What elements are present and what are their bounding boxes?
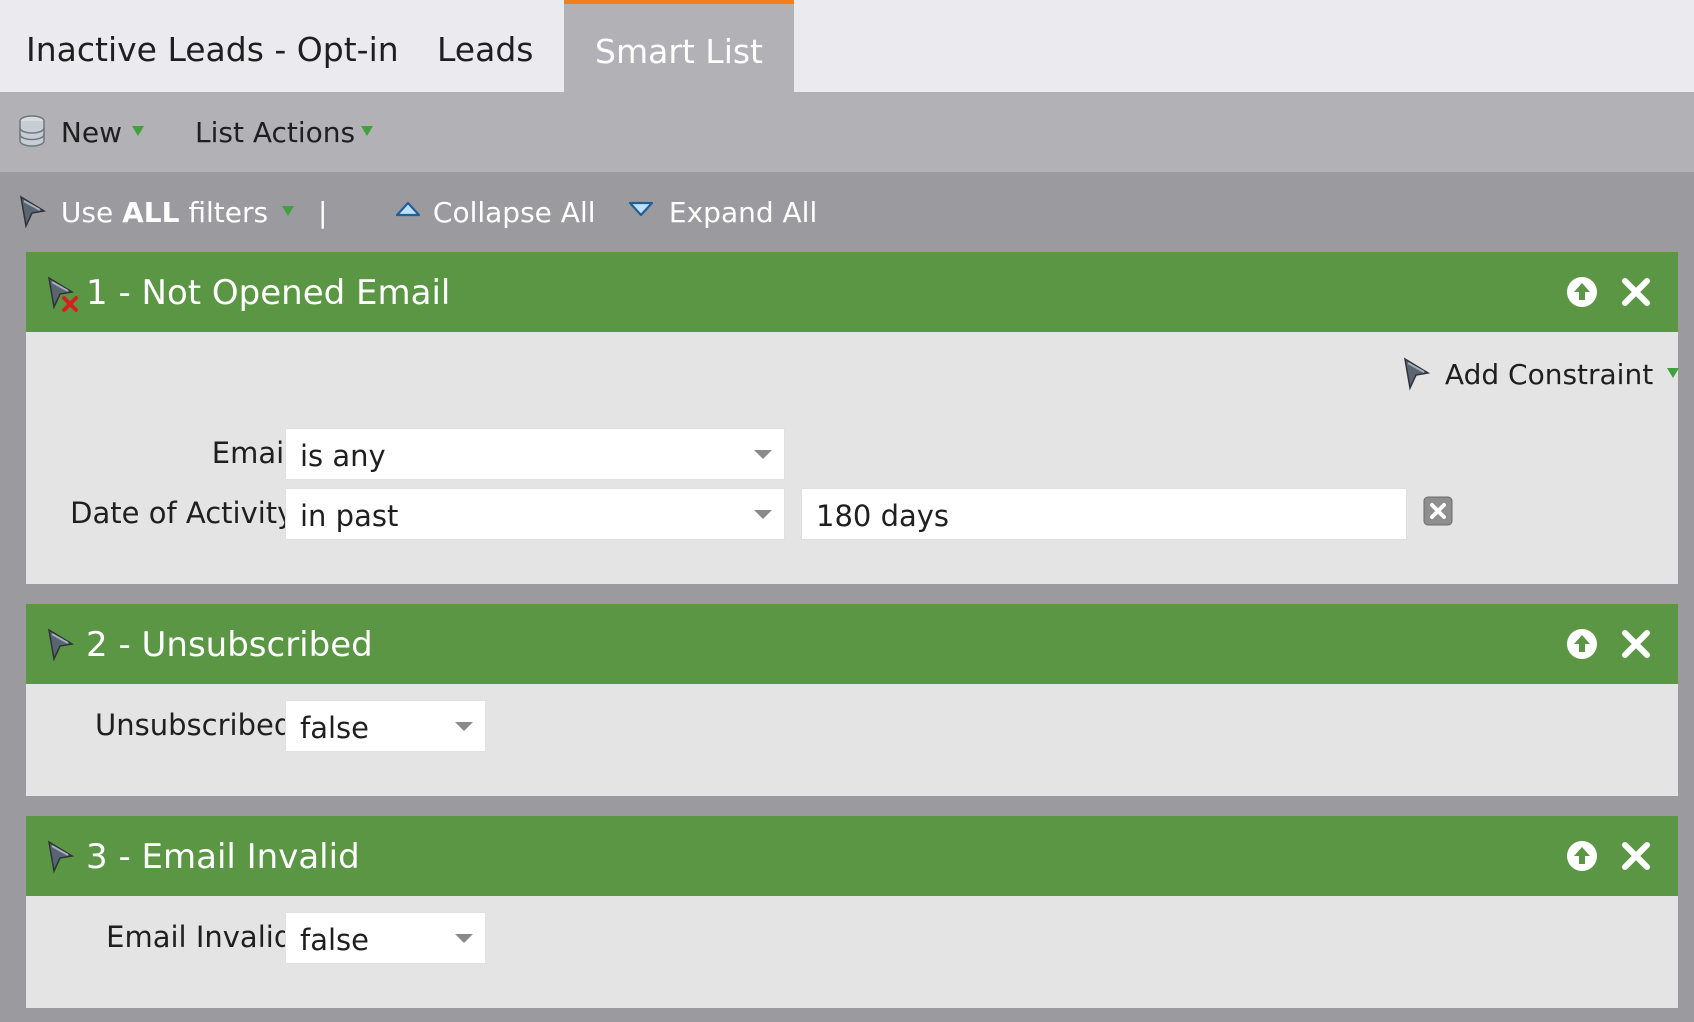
chevron-down-icon [1667,368,1680,378]
date-operator-select[interactable]: in past [285,488,785,540]
date-value-input[interactable]: 180 days [801,488,1407,540]
arrow-up-circle-icon[interactable] [1562,272,1602,312]
filter-title: 1 - Not Opened Email [86,273,451,313]
chevron-down-icon [754,450,772,459]
new-label: New [60,116,122,149]
tab-inactive-leads[interactable]: Inactive Leads - Opt-in [26,0,399,92]
add-constraint-label: Add Constraint [1444,358,1654,391]
collapse-all-label: Collapse All [432,196,596,229]
filter-panel-1: 1 - Not Opened Email Add Constraint Emai… [26,252,1680,584]
filter-header-3[interactable]: 3 - Email Invalid [26,816,1678,896]
filter-logic-suffix: filters [179,196,269,229]
date-of-activity-label: Date of Activity: [70,496,302,530]
unsubscribed-label: Unsubscribed: [95,708,302,742]
toolbar: New List Actions [0,92,1694,172]
expand-all-label: Expand All [668,196,818,229]
unsubscribed-select[interactable]: false [285,700,486,752]
filter-panel-3: 3 - Email Invalid Email Invalid: false [26,816,1678,1008]
filter-logic-prefix: Use [60,196,123,229]
filter-title: 3 - Email Invalid [86,837,360,877]
filter-header-2[interactable]: 2 - Unsubscribed [26,604,1678,684]
unsubscribed-value: false [300,711,369,745]
filter-controls: Use ALL filters | Collapse All Expand Al… [0,172,1694,252]
filter-header-1[interactable]: 1 - Not Opened Email [26,252,1678,332]
filter-logic-button[interactable]: Use ALL filters [18,172,295,252]
close-icon[interactable] [1616,624,1656,664]
date-value-text: 180 days [816,499,950,533]
chevron-down-icon [282,206,295,216]
filter-title: 2 - Unsubscribed [86,625,373,665]
filter-body-1: Add Constraint Email: is any Date of Act… [26,332,1680,584]
arrow-up-circle-icon[interactable] [1562,624,1602,664]
tab-smart-list[interactable]: Smart List [564,0,794,92]
filter-body-3: Email Invalid: false [26,896,1678,1008]
email-invalid-select[interactable]: false [285,912,486,964]
funnel-icon [19,195,47,229]
add-constraint-button[interactable]: Add Constraint [1402,352,1680,396]
tab-bar: Inactive Leads - Opt-in Leads Smart List [0,0,1694,92]
arrow-up-circle-icon[interactable] [1562,836,1602,876]
email-operator-select[interactable]: is any [285,428,785,480]
expand-all-button[interactable]: Expand All [628,172,817,252]
tab-leads[interactable]: Leads [437,0,533,92]
separator: | [318,196,328,229]
new-menu-button[interactable]: New [18,92,144,172]
date-operator-value: in past [300,499,399,533]
chevron-down-icon [131,126,144,136]
close-icon[interactable] [1616,272,1656,312]
list-actions-button[interactable]: List Actions [195,92,374,172]
funnel-icon [47,628,75,662]
close-icon[interactable] [1616,836,1656,876]
email-invalid-label: Email Invalid: [106,920,302,954]
funnel-icon [1403,357,1431,391]
filter-logic-mode: ALL [122,196,180,229]
filter-error-icon [47,276,78,312]
clear-box-icon[interactable] [1423,496,1453,526]
email-operator-value: is any [300,439,386,473]
chevron-down-icon [455,934,473,943]
funnel-icon [47,840,75,874]
email-invalid-value: false [300,923,369,957]
triangle-up-icon [395,201,421,217]
chevron-down-icon [455,722,473,731]
database-icon [19,115,45,147]
filter-body-2: Unsubscribed: false [26,684,1678,796]
chevron-down-icon [754,510,772,519]
triangle-down-icon [628,201,654,217]
collapse-all-button[interactable]: Collapse All [395,172,596,252]
chevron-down-icon [361,126,374,136]
list-actions-label: List Actions [195,116,356,149]
filter-panel-2: 2 - Unsubscribed Unsubscribed: false [26,604,1678,796]
